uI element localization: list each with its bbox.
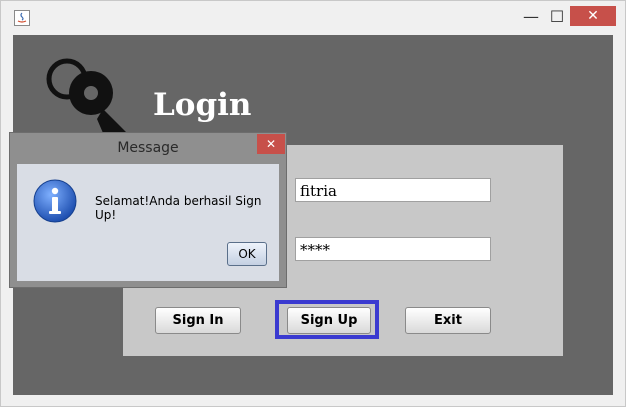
- java-icon: [14, 10, 30, 26]
- dialog-message: Selamat!Anda berhasil Sign Up!: [95, 194, 262, 222]
- message-dialog: Message ✕ Selamat!Anda berhasil Sign Up!…: [9, 132, 287, 288]
- exit-button[interactable]: Exit: [405, 307, 491, 334]
- app-window: — ☐ ✕ Login fitria **** Sign In Sign Up …: [0, 0, 626, 407]
- maximize-button[interactable]: ☐: [543, 6, 571, 26]
- dialog-title: Message: [117, 140, 179, 156]
- username-field[interactable]: fitria: [295, 178, 491, 202]
- sign-up-button[interactable]: Sign Up: [287, 307, 371, 334]
- close-button[interactable]: ✕: [570, 6, 616, 26]
- info-icon: [32, 178, 78, 228]
- dialog-close-button[interactable]: ✕: [257, 134, 285, 154]
- title-bar: — ☐ ✕: [1, 1, 625, 35]
- login-title: Login: [153, 87, 252, 123]
- sign-in-button[interactable]: Sign In: [155, 307, 241, 334]
- password-field[interactable]: ****: [295, 237, 491, 261]
- minimize-button[interactable]: —: [517, 6, 545, 26]
- ok-button[interactable]: OK: [227, 242, 267, 266]
- dialog-body: Selamat!Anda berhasil Sign Up! OK: [17, 164, 279, 281]
